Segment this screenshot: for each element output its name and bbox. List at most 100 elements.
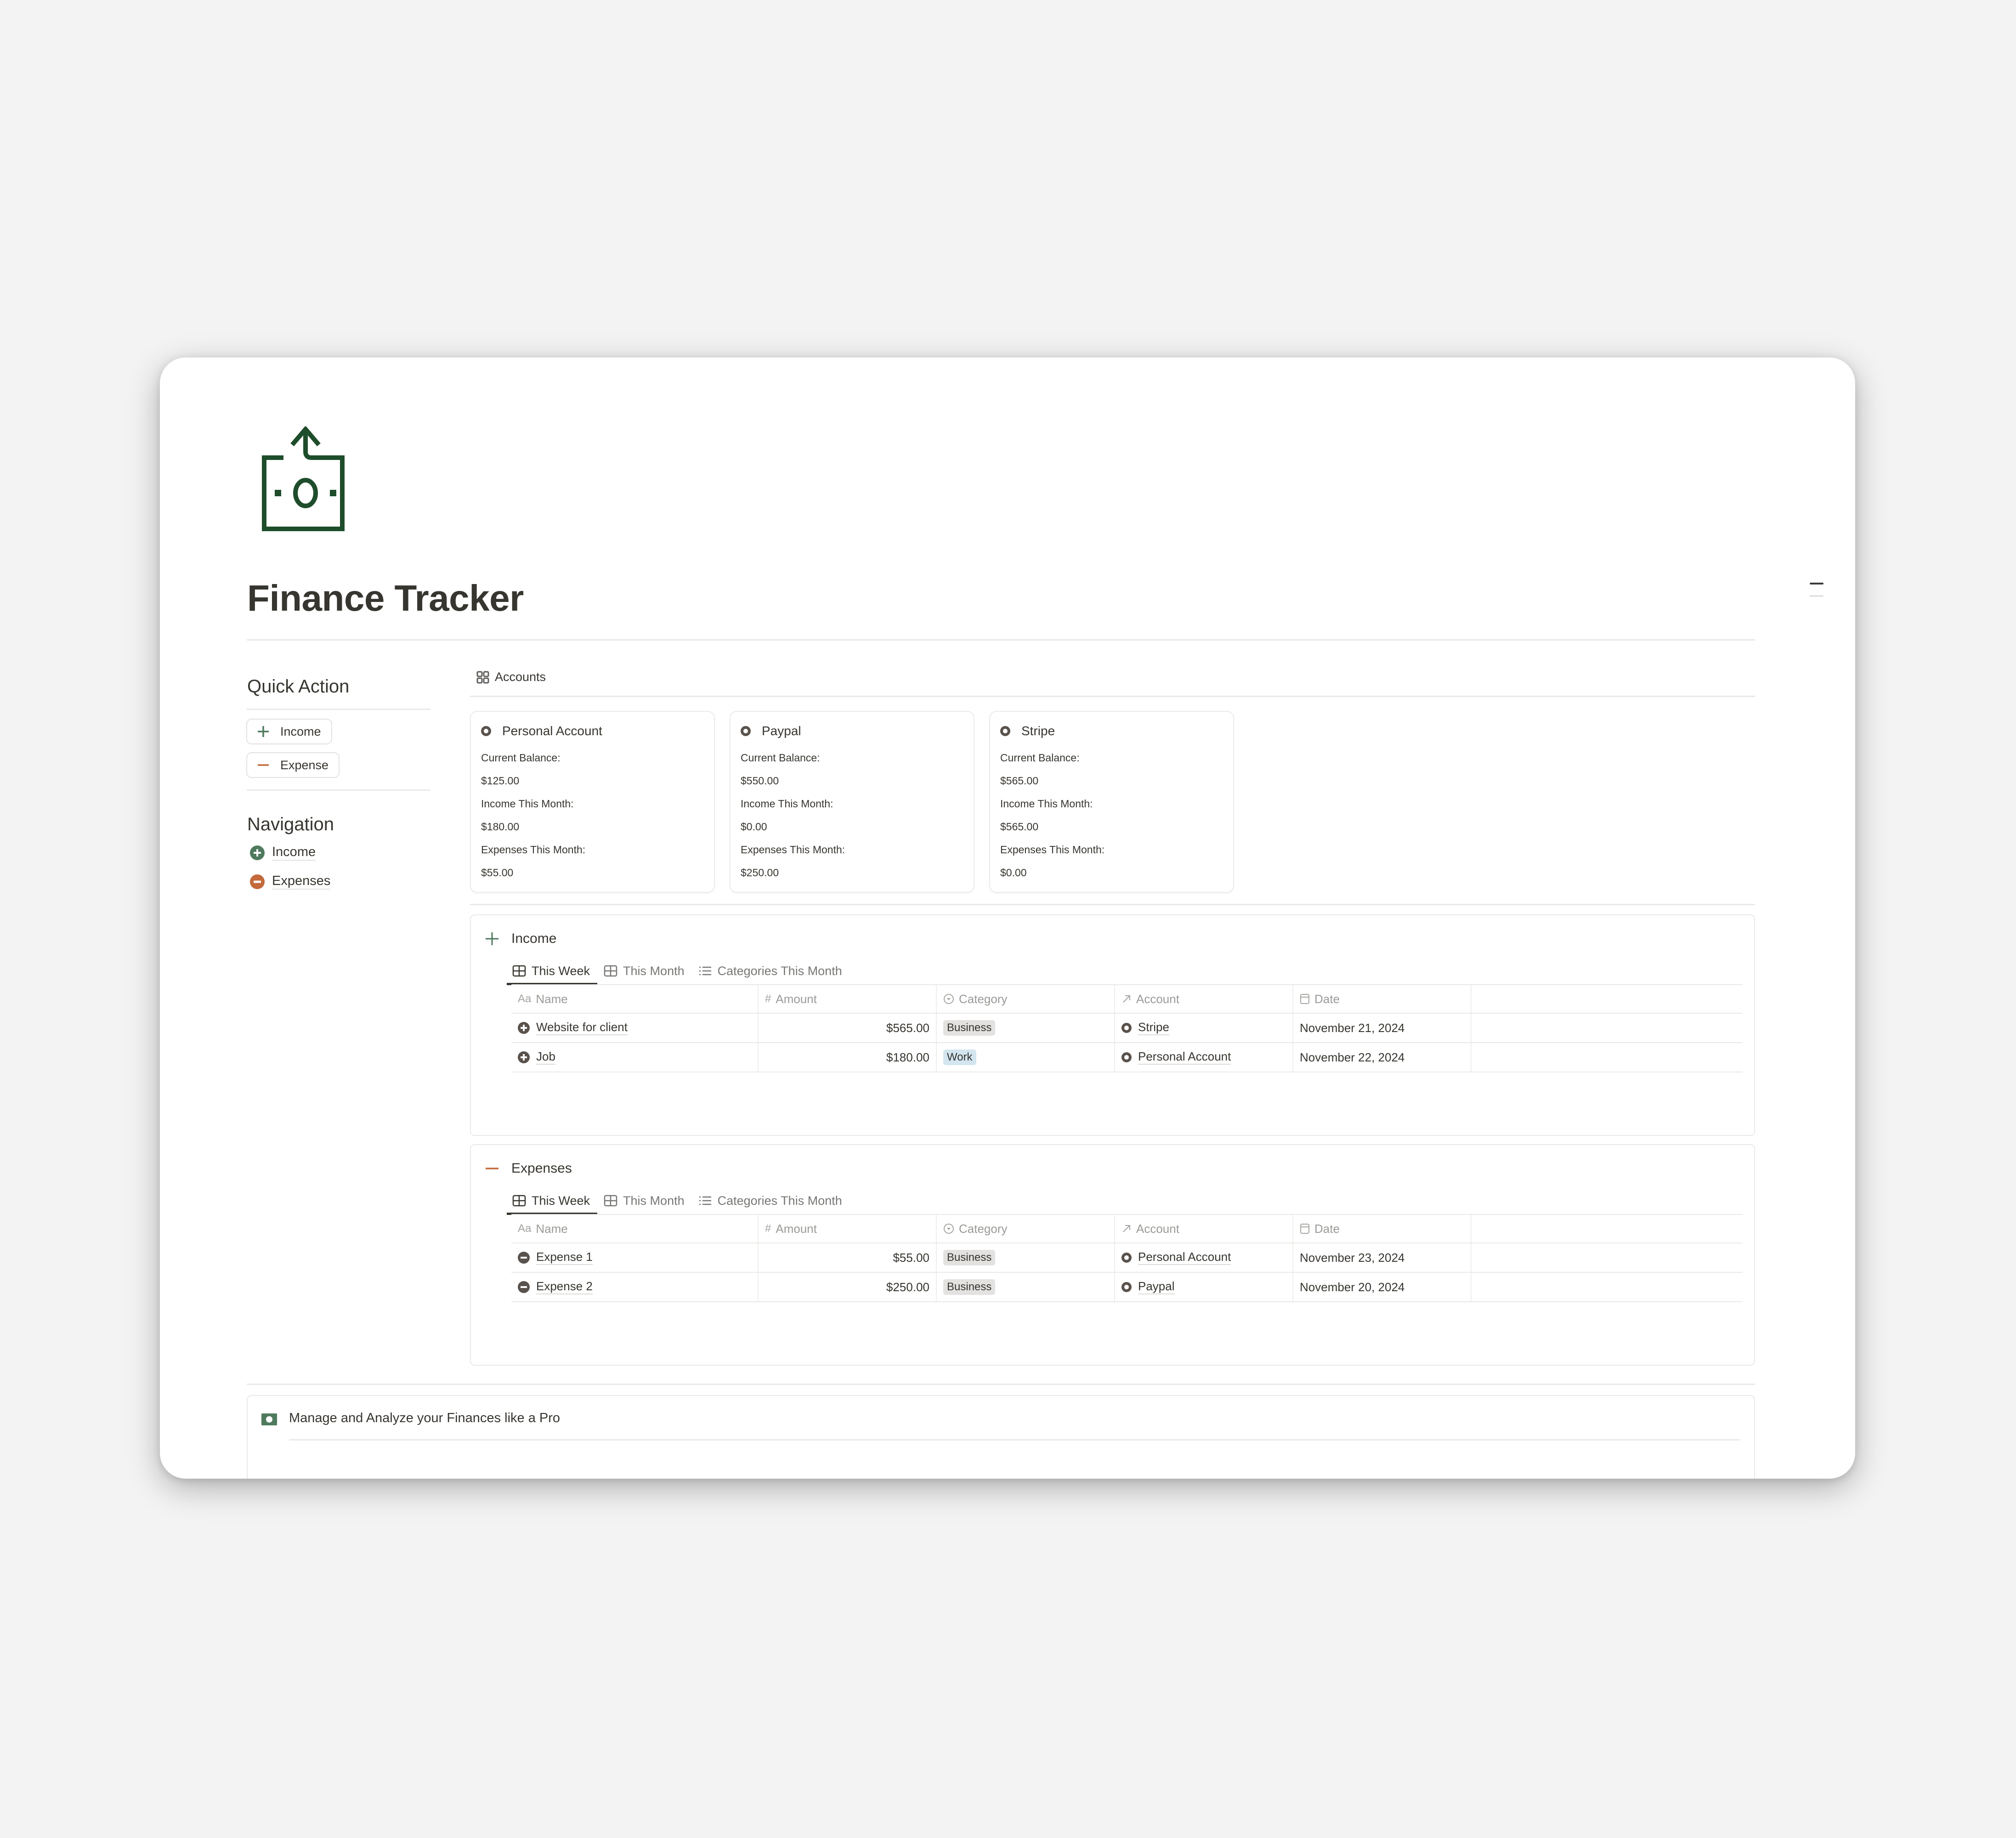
balance-value: $125.00 [481,775,520,787]
column-header-empty [1472,985,1743,1013]
account-link[interactable]: Personal Account [1138,1049,1231,1065]
income-title[interactable]: Income [485,931,556,947]
account-name: Paypal [762,724,801,738]
money-bill-icon [261,1413,277,1425]
column-header-category[interactable]: Category [937,985,1115,1013]
column-label: Account [1136,1221,1179,1236]
table-of-contents-toggle[interactable] [1810,583,1823,597]
number-type-icon: # [765,1222,771,1235]
table-row[interactable]: Job $180.00 Work Personal Account Novemb… [511,1043,1743,1072]
tab-this-week[interactable]: This Week [506,958,598,985]
column-header-account[interactable]: Account [1115,985,1293,1013]
cell-amount[interactable]: $250.00 [759,1273,937,1301]
account-link[interactable]: Personal Account [1138,1250,1231,1265]
account-card-paypal[interactable]: Paypal Current Balance: $550.00 Income T… [730,711,974,893]
cell-category[interactable]: Work [937,1043,1115,1072]
column-header-name[interactable]: Aa Name [511,1215,759,1242]
expenses-view-tabs: This Week This Month Categories This Mon… [506,1187,856,1215]
cell-amount[interactable]: $565.00 [759,1014,937,1042]
income-view-tabs: This Week This Month Categories This Mon… [506,958,856,985]
cell-amount[interactable]: $55.00 [759,1243,937,1272]
quick-action-divider [247,709,430,710]
plus-circle-icon [518,1022,530,1034]
cell-account[interactable]: Paypal [1115,1273,1293,1301]
table-row[interactable]: Expense 1 $55.00 Business Personal Accou… [511,1243,1743,1273]
nav-income-label: Income [272,845,316,861]
cell-account[interactable]: Stripe [1115,1014,1293,1042]
cell-name[interactable]: Expense 1 [511,1243,759,1272]
cell-date[interactable]: November 23, 2024 [1293,1243,1472,1272]
column-header-name[interactable]: Aa Name [511,985,759,1013]
cell-category[interactable]: Business [937,1243,1115,1272]
minus-circle-icon [518,1252,530,1264]
list-icon [698,965,712,977]
accounts-view-tab[interactable]: Accounts [476,670,546,684]
cell-category[interactable]: Business [937,1014,1115,1042]
cell-empty [1472,1243,1743,1272]
account-name: Stripe [1021,724,1055,738]
tab-categories-this-month[interactable]: Categories This Month [698,1187,842,1214]
tab-categories-this-month[interactable]: Categories This Month [698,958,842,984]
nav-item-income[interactable]: Income [250,845,316,861]
cell-account[interactable]: Personal Account [1115,1043,1293,1072]
column-header-date[interactable]: Date [1293,985,1472,1013]
row-name-link[interactable]: Expense 1 [536,1250,593,1265]
cell-name[interactable]: Website for client [511,1014,759,1042]
add-expense-button[interactable]: Expense [246,752,340,778]
table-icon [604,965,617,977]
row-name-link[interactable]: Expense 2 [536,1279,593,1294]
column-label: Name [536,992,568,1006]
nav-expenses-label: Expenses [272,874,331,890]
notion-page-window: Finance Tracker Quick Action Income Expe… [160,357,1855,1479]
row-name-link[interactable]: Website for client [536,1020,628,1035]
column-header-account[interactable]: Account [1115,1215,1293,1242]
cell-date[interactable]: November 22, 2024 [1293,1043,1472,1072]
cell-date[interactable]: November 20, 2024 [1293,1273,1472,1301]
plus-circle-icon [250,845,265,860]
money-upload-icon[interactable] [257,425,368,535]
add-expense-label: Expense [280,758,329,772]
cell-amount[interactable]: $180.00 [759,1043,937,1072]
number-type-icon: # [765,993,771,1005]
column-header-date[interactable]: Date [1293,1215,1472,1242]
account-ring-icon [1121,1023,1132,1033]
table-icon [512,1195,526,1207]
cell-category[interactable]: Business [937,1273,1115,1301]
account-card-stripe[interactable]: Stripe Current Balance: $565.00 Income T… [989,711,1234,893]
cell-empty [1472,1014,1743,1042]
expenses-title[interactable]: Expenses [485,1161,572,1176]
cell-name[interactable]: Job [511,1043,759,1072]
column-header-category[interactable]: Category [937,1215,1115,1242]
column-label: Name [536,1221,568,1236]
account-ring-icon [1121,1282,1132,1292]
row-name-link[interactable]: Job [536,1049,555,1065]
cell-date[interactable]: November 21, 2024 [1293,1014,1472,1042]
account-link[interactable]: Paypal [1138,1279,1175,1294]
tab-this-month[interactable]: This Month [604,1187,685,1214]
calendar-icon [1300,1223,1310,1234]
balance-label: Current Balance: [741,752,820,764]
column-header-empty [1472,1215,1743,1242]
text-type-icon: Aa [518,1222,532,1235]
expenses-label: Expenses This Month: [741,844,845,856]
table-row[interactable]: Website for client $565.00 Business Stri… [511,1014,1743,1043]
tab-this-month[interactable]: This Month [604,958,685,984]
gallery-grid-icon [476,671,489,683]
page-title: Finance Tracker [247,578,524,618]
quick-action-heading: Quick Action [247,676,350,697]
minus-icon [256,758,270,772]
account-link[interactable]: Stripe [1138,1020,1169,1035]
expenses-value: $250.00 [741,867,779,879]
cell-empty [1472,1273,1743,1301]
column-header-amount[interactable]: # Amount [759,985,937,1013]
expenses-table: Aa Name # Amount Category Account Date Exp… [511,1214,1743,1302]
column-header-amount[interactable]: # Amount [759,1215,937,1242]
add-income-button[interactable]: Income [246,719,332,744]
nav-item-expenses[interactable]: Expenses [250,874,331,890]
tab-this-week[interactable]: This Week [506,1187,598,1215]
table-row[interactable]: Expense 2 $250.00 Business Paypal Novemb… [511,1273,1743,1302]
column-label: Date [1314,992,1340,1006]
cell-account[interactable]: Personal Account [1115,1243,1293,1272]
account-card-personal[interactable]: Personal Account Current Balance: $125.0… [470,711,715,893]
cell-name[interactable]: Expense 2 [511,1273,759,1301]
